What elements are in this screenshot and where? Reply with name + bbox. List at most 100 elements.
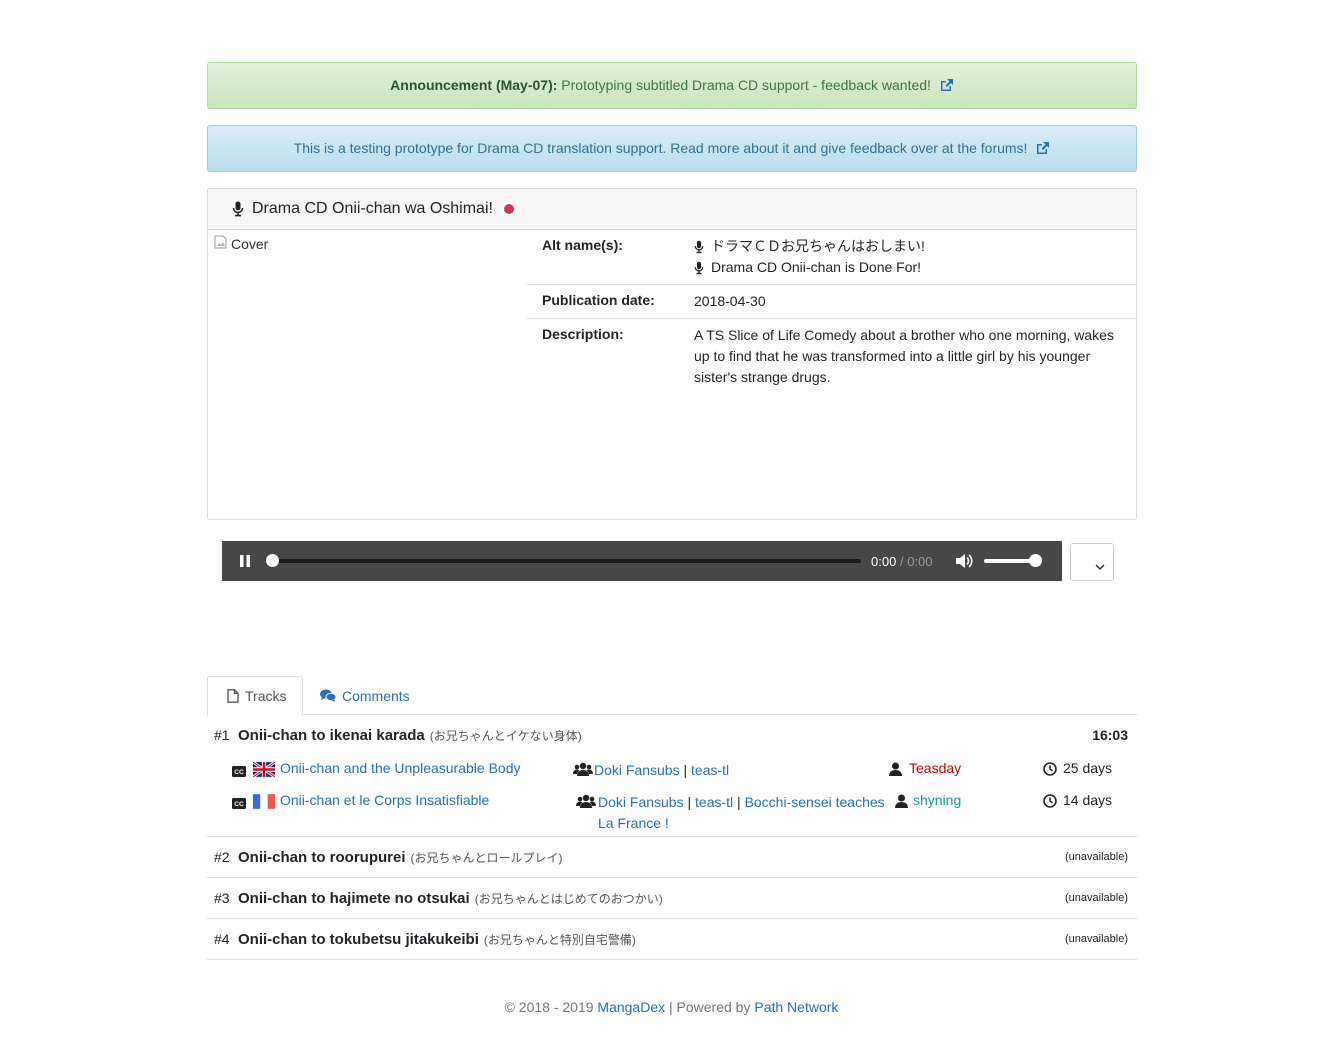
track-list: #1 Onii-chan to ikenai karada (お兄ちゃんとイケな… <box>207 715 1137 960</box>
cover-alt-text: Cover <box>231 235 269 252</box>
track-number: #1 <box>214 727 230 743</box>
uploader-link[interactable]: Teasday <box>909 760 961 776</box>
track-title-row: #1 Onii-chan to ikenai karada (お兄ちゃんとイケな… <box>207 715 1137 755</box>
group-separator: | <box>683 762 688 778</box>
duration-time: 0:00 <box>907 553 933 569</box>
volume-slider[interactable] <box>983 554 1042 567</box>
microphone-icon <box>694 240 704 254</box>
details-table: Alt name(s): ドラマＣＤお兄ちゃんはおしまい! Drama CD O… <box>527 230 1136 394</box>
group-link[interactable]: teas-tl <box>695 794 733 810</box>
external-link-icon[interactable] <box>1035 128 1050 173</box>
track-number: #4 <box>214 931 230 947</box>
track-name: Onii-chan to tokubetsu jitakukeibi <box>238 930 479 948</box>
track-name: Onii-chan to ikenai karada <box>238 726 425 744</box>
publication-date-value: 2018-04-30 <box>694 293 766 309</box>
title-header: Drama CD Onii-chan wa Oshimai! <box>208 189 1136 230</box>
group-link[interactable]: teas-tl <box>691 762 729 778</box>
alt-name-item: ドラマＣＤお兄ちゃんはおしまい! <box>694 236 1130 257</box>
volume-handle[interactable] <box>1028 554 1042 567</box>
announcement-text[interactable]: Prototyping subtitled Drama CD support -… <box>561 77 931 93</box>
track-number: #3 <box>214 890 230 906</box>
users-icon <box>573 762 593 779</box>
upload-age: 14 days <box>1063 792 1113 808</box>
closed-captions-icon: CC <box>232 764 246 780</box>
track-title-row: #4 Onii-chan to tokubetsu jitakukeibi (お… <box>207 919 1137 959</box>
user-icon <box>889 762 902 779</box>
users-icon <box>576 794 596 811</box>
track-number: #2 <box>214 849 230 865</box>
seek-handle[interactable] <box>266 554 279 567</box>
track-name: Onii-chan to roorupurei <box>238 848 406 866</box>
alt-names-row: Alt name(s): ドラマＣＤお兄ちゃんはおしまい! Drama CD O… <box>527 230 1136 285</box>
track-item: #4 Onii-chan to tokubetsu jitakukeibi (お… <box>207 919 1137 960</box>
powered-by-text: Powered by <box>676 999 751 1015</box>
path-network-link[interactable]: Path Network <box>754 999 838 1015</box>
group-separator: | <box>737 794 741 810</box>
track-length: 16:03 <box>1092 727 1128 743</box>
tab-comments[interactable]: Comments <box>320 676 410 715</box>
group-link[interactable]: Doki Fansubs <box>598 794 684 810</box>
subtitle-row: CC Onii-chan et le Corps Insatisfiable D… <box>207 787 1137 831</box>
description-value: A TS Slice of Life Comedy about a brothe… <box>694 327 1114 385</box>
alt-names-label: Alt name(s): <box>542 237 623 253</box>
group-separator: | <box>687 794 692 810</box>
microphone-icon <box>232 201 244 217</box>
current-time: 0:00 <box>871 553 897 569</box>
seek-bar[interactable] <box>266 554 861 567</box>
track-status: (unavailable) <box>1065 892 1128 904</box>
publication-date-row: Publication date: 2018-04-30 <box>527 285 1136 319</box>
track-japanese-name: (お兄ちゃんとはじめてのおつかい) <box>474 891 663 906</box>
external-link-icon[interactable] <box>939 65 954 110</box>
mangadex-link[interactable]: MangaDex <box>597 999 665 1015</box>
svg-text:CC: CC <box>234 769 244 776</box>
tab-bar: Tracks Comments <box>207 676 1137 716</box>
groups-list: Doki Fansubs | teas-tl <box>594 760 894 781</box>
volume-icon[interactable] <box>955 553 973 569</box>
alt-name-item: Drama CD Onii-chan is Done For! <box>694 257 1130 278</box>
description-row: Description: A TS Slice of Life Comedy a… <box>527 319 1136 394</box>
uploader-link[interactable]: shyning <box>913 792 961 808</box>
copyright-text: © 2018 - 2019 <box>504 999 594 1015</box>
tab-tracks[interactable]: Tracks <box>207 676 303 716</box>
clock-icon <box>1043 794 1057 811</box>
groups-list: Doki Fansubs | teas-tl | Bocchi-sensei t… <box>598 792 890 834</box>
track-title-row: #2 Onii-chan to roorupurei (お兄ちゃんとロールプレイ… <box>207 837 1137 877</box>
cover-image: Cover <box>214 235 268 252</box>
clock-icon <box>1043 762 1057 779</box>
comments-icon <box>320 689 336 702</box>
broken-image-icon <box>214 235 227 252</box>
subtitle-title-link[interactable]: Onii-chan et le Corps Insatisfiable <box>280 792 489 808</box>
track-status: (unavailable) <box>1065 851 1128 863</box>
svg-text:CC: CC <box>234 801 244 808</box>
track-japanese-name: (お兄ちゃんとイケない身体) <box>429 728 582 743</box>
track-language-select[interactable] <box>1070 543 1114 581</box>
description-label: Description: <box>542 326 624 342</box>
info-banner: This is a testing prototype for Drama CD… <box>207 125 1137 172</box>
track-item: #3 Onii-chan to hajimete no otsukai (お兄ち… <box>207 878 1137 919</box>
japan-flag-icon <box>500 203 517 215</box>
time-separator: / <box>899 553 904 569</box>
subtitle-row: CC Onii-chan and the Unpleasurable Body … <box>207 755 1137 787</box>
file-icon <box>227 689 239 703</box>
time-display: 0:00 / 0:00 <box>871 554 933 569</box>
page-title: Drama CD Onii-chan wa Oshimai! <box>252 200 493 217</box>
subtitle-title-link[interactable]: Onii-chan and the Unpleasurable Body <box>280 760 521 776</box>
track-title-row: #3 Onii-chan to hajimete no otsukai (お兄ち… <box>207 878 1137 918</box>
track-status: (unavailable) <box>1065 933 1128 945</box>
audio-player: 0:00 / 0:00 <box>222 541 1062 581</box>
chevron-down-icon <box>1095 558 1105 574</box>
track-item: #1 Onii-chan to ikenai karada (お兄ちゃんとイケな… <box>207 715 1137 837</box>
pause-button[interactable] <box>240 555 250 567</box>
track-item: #2 Onii-chan to roorupurei (お兄ちゃんとロールプレイ… <box>207 837 1137 878</box>
france-flag-icon <box>253 794 275 809</box>
info-banner-text[interactable]: This is a testing prototype for Drama CD… <box>294 140 1028 156</box>
user-icon <box>895 794 908 811</box>
group-link[interactable]: Doki Fansubs <box>594 762 680 778</box>
track-japanese-name: (お兄ちゃんとロールプレイ) <box>410 850 563 865</box>
publication-date-label: Publication date: <box>542 292 655 308</box>
tab-comments-label: Comments <box>342 687 410 704</box>
title-card: Drama CD Onii-chan wa Oshimai! Cover Alt… <box>207 188 1137 520</box>
track-name: Onii-chan to hajimete no otsukai <box>238 889 470 907</box>
alt-names-value: ドラマＣＤお兄ちゃんはおしまい! Drama CD Onii-chan is D… <box>694 236 1136 278</box>
footer: © 2018 - 2019 MangaDex | Powered by Path… <box>0 999 1343 1015</box>
